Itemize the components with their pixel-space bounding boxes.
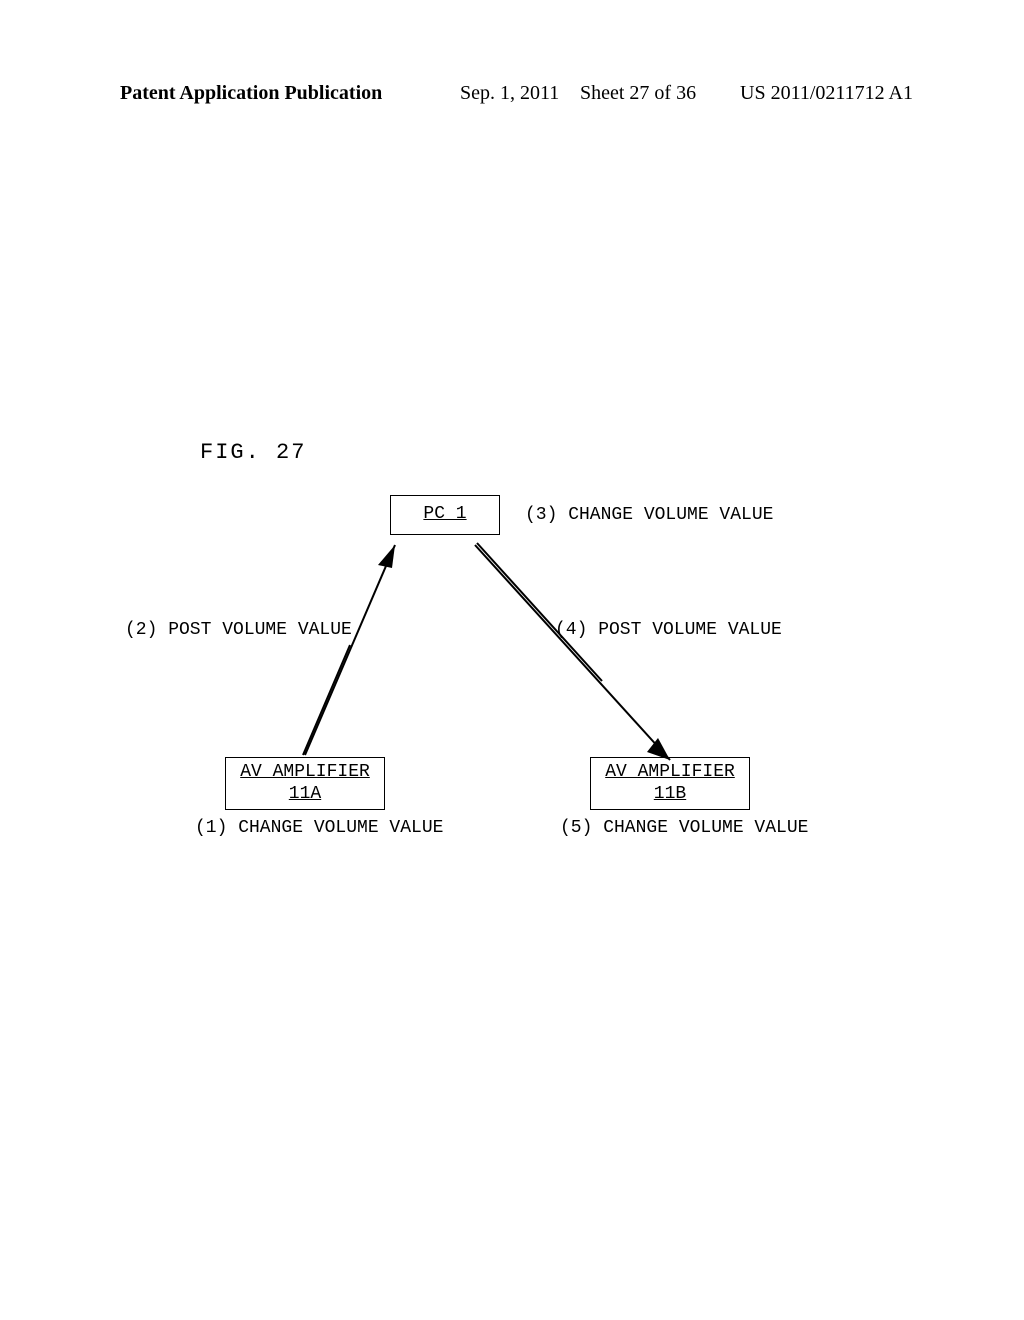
annotation-2: (2) POST VOLUME VALUE [125,620,352,640]
connectors [0,0,1024,1320]
figure-label: FIG. 27 [200,440,306,465]
node-amp-b-line2: 11B [597,784,743,806]
header-left: Patent Application Publication [120,82,382,105]
annotation-5: (5) CHANGE VOLUME VALUE [560,818,808,838]
header-sheet: Sheet 27 of 36 [580,82,696,105]
node-pc-label: PC 1 [423,504,466,526]
annotation-3: (3) CHANGE VOLUME VALUE [525,505,773,525]
page: Patent Application Publication Sep. 1, 2… [0,0,1024,1320]
node-amp-b: AV AMPLIFIER 11B [590,757,750,810]
node-amp-b-line1: AV AMPLIFIER [597,762,743,784]
node-amp-a-line1: AV AMPLIFIER [232,762,378,784]
header-pubno: US 2011/0211712 A1 [740,82,913,105]
node-amp-a: AV AMPLIFIER 11A [225,757,385,810]
node-pc: PC 1 [390,495,500,535]
annotation-1: (1) CHANGE VOLUME VALUE [195,818,443,838]
annotation-4: (4) POST VOLUME VALUE [555,620,782,640]
header-date: Sep. 1, 2011 [460,82,559,105]
node-amp-a-line2: 11A [232,784,378,806]
